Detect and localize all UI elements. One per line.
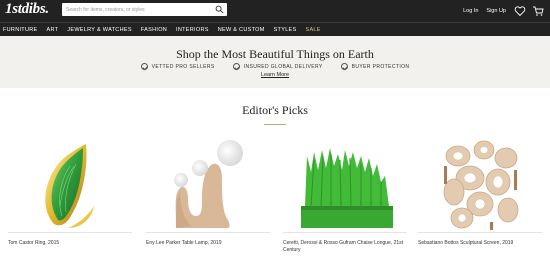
benefit-insured-delivery: INSURED GLOBAL DELIVERY (232, 63, 323, 70)
card-divider (283, 232, 407, 233)
banner-title: Shop the Most Beautiful Things on Earth (176, 47, 374, 61)
product-image[interactable] (146, 136, 270, 231)
card-divider (146, 232, 270, 233)
product-card-chaise[interactable]: Ceretti, Derossi & Rosso Gufram Chaise L… (283, 136, 407, 253)
card-divider (8, 232, 132, 233)
signup-link[interactable]: Sign Up (486, 8, 506, 14)
search-icon[interactable] (215, 5, 224, 14)
card-divider (418, 232, 542, 233)
benefit-label: INSURED GLOBAL DELIVERY (243, 63, 323, 70)
category-nav: FURNITURE ART JEWELRY & WATCHES FASHION … (0, 22, 550, 36)
search-input[interactable] (62, 3, 212, 16)
benefits-row: VETTED PRO SELLERS INSURED GLOBAL DELIVE… (0, 63, 550, 70)
nav-item-new-custom[interactable]: NEW & CUSTOM (218, 27, 265, 33)
top-bar: 1stdibs. Log In Sign Up (0, 0, 550, 22)
nav-item-art[interactable]: ART (46, 27, 58, 33)
nav-item-fashion[interactable]: FASHION (141, 27, 167, 33)
search-box[interactable] (62, 3, 227, 16)
nav-item-styles[interactable]: STYLES (274, 27, 297, 33)
benefit-vetted-sellers: VETTED PRO SELLERS (140, 63, 215, 70)
check-circle-icon (140, 63, 148, 70)
nav-item-furniture[interactable]: FURNITURE (3, 27, 37, 33)
grass-chaise-image (301, 148, 393, 228)
cart-icon[interactable] (532, 5, 544, 17)
product-caption[interactable]: Tom Castor Ring, 2015 (8, 240, 132, 247)
product-caption[interactable]: Sebastiano Bottos Sculptural Screen, 201… (418, 240, 542, 247)
product-image[interactable] (418, 136, 542, 231)
check-circle-icon (340, 63, 348, 70)
benefit-label: VETTED PRO SELLERS (151, 63, 215, 70)
learn-more-link[interactable]: Learn More (261, 72, 289, 78)
product-image[interactable] (8, 136, 132, 231)
product-card-screen[interactable]: Sebastiano Bottos Sculptural Screen, 201… (418, 136, 542, 246)
heart-icon[interactable] (514, 5, 526, 17)
benefit-buyer-protection: BUYER PROTECTION (340, 63, 410, 70)
login-link[interactable]: Log In (463, 8, 478, 14)
nav-item-jewelry-watches[interactable]: JEWELRY & WATCHES (67, 27, 132, 33)
emerald-ring-image (45, 144, 94, 228)
product-caption[interactable]: Eny Lee Parker Table Lamp, 2019 (146, 240, 270, 247)
site-logo[interactable]: 1stdibs. (5, 1, 49, 18)
section-title: Editor's Picks (242, 103, 308, 117)
sculptural-screen-image (443, 140, 519, 230)
nav-item-sale[interactable]: SALE (306, 27, 321, 33)
table-lamp-image (174, 140, 243, 228)
product-image[interactable] (283, 136, 407, 231)
learn-more-row: Learn More (0, 72, 550, 78)
nav-item-interiors[interactable]: INTERIORS (176, 27, 209, 33)
product-card-ring[interactable]: Tom Castor Ring, 2015 (8, 136, 132, 246)
promo-banner (0, 36, 550, 88)
account-area: Log In Sign Up (463, 0, 550, 22)
product-caption[interactable]: Ceretti, Derossi & Rosso Gufram Chaise L… (283, 240, 407, 254)
benefit-label: BUYER PROTECTION (351, 63, 410, 70)
title-underline (264, 124, 286, 125)
product-card-lamp[interactable]: Eny Lee Parker Table Lamp, 2019 (146, 136, 270, 246)
check-circle-icon (232, 63, 240, 70)
